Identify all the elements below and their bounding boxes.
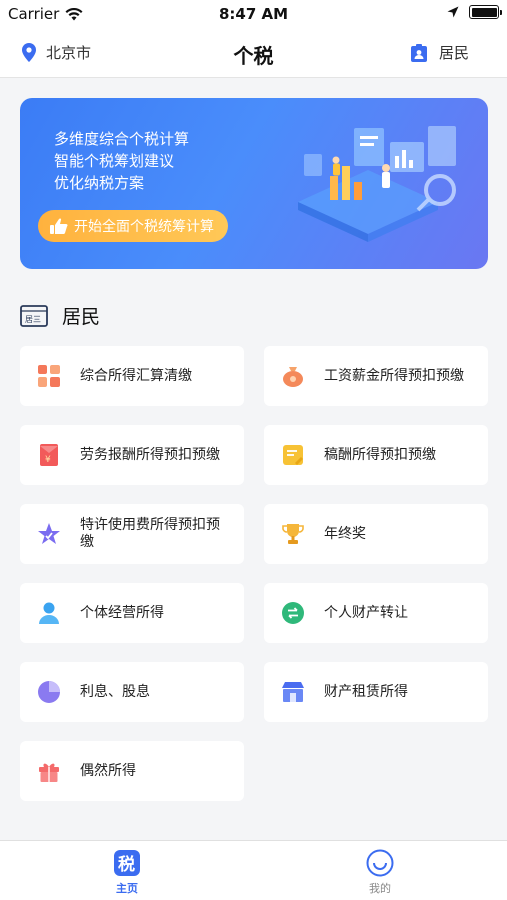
section-title: 居民 <box>62 306 101 328</box>
item-label: 个体经营所得 <box>80 604 164 621</box>
id-card-icon: 居三 <box>20 304 48 327</box>
item-label: 利息、股息 <box>80 683 150 700</box>
shop-icon <box>282 682 304 702</box>
item-label: 偶然所得 <box>80 762 136 779</box>
trophy-icon <box>282 524 304 544</box>
item-label: 劳务报酬所得预扣预缴 <box>80 446 220 463</box>
status-time: 8:47 AM <box>218 5 289 23</box>
item-label: 年终奖 <box>324 525 366 542</box>
item-property-transfer[interactable]: 个人财产转让 <box>264 583 488 643</box>
item-label: 工资薪金所得预扣预缴 <box>324 367 464 384</box>
item-author-remuneration[interactable]: 稿酬所得预扣预缴 <box>264 425 488 485</box>
person-icon <box>39 602 59 624</box>
banner-line: 智能个税筹划建议 <box>54 152 175 170</box>
battery-icon <box>469 5 502 19</box>
note-icon <box>283 445 303 465</box>
status-bar: Carrier 8:47 AM <box>0 0 507 28</box>
item-label: 特许使用费所得预扣预缴 <box>80 517 220 550</box>
location-arrow-icon <box>447 6 459 18</box>
data-analysis-illustration <box>298 126 456 242</box>
identity-selector[interactable]: 居民 <box>410 42 469 63</box>
item-label: 稿酬所得预扣预缴 <box>324 446 436 463</box>
grid-blocks-icon <box>38 365 60 387</box>
star-icon <box>38 523 60 544</box>
item-annual-bonus[interactable]: 年终奖 <box>264 504 488 564</box>
item-incidental-income[interactable]: 偶然所得 <box>20 741 244 801</box>
id-badge-icon <box>410 43 427 62</box>
nav-bar: 北京市 个税 居民 <box>0 28 507 78</box>
tax-home-icon: 税 <box>114 850 140 876</box>
pie-icon <box>38 681 60 703</box>
svg-text:¥: ¥ <box>45 455 51 465</box>
banner-line: 优化纳税方案 <box>54 174 145 192</box>
status-right <box>447 5 502 19</box>
tab-mine-label: 我的 <box>369 882 391 895</box>
tab-mine[interactable]: 我的 <box>340 849 420 896</box>
item-interest-dividend[interactable]: 利息、股息 <box>20 662 244 722</box>
red-envelope-icon: ¥ <box>40 444 58 466</box>
banner-text: 多维度综合个税计算 智能个税筹划建议 优化纳税方案 <box>54 128 189 194</box>
tab-home-label: 主页 <box>116 882 138 895</box>
banner-line: 多维度综合个税计算 <box>54 130 190 148</box>
item-royalty-income[interactable]: 特许使用费所得预扣预缴 <box>20 504 244 564</box>
tax-home-icon-text: 税 <box>118 854 135 875</box>
transfer-icon <box>282 602 304 624</box>
start-calculation-label: 开始全面个税统筹计算 <box>74 219 214 235</box>
start-calculation-button[interactable]: 开始全面个税统筹计算 <box>38 210 228 242</box>
tab-home[interactable]: 税 主页 <box>87 849 167 896</box>
item-business-income[interactable]: 个体经营所得 <box>20 583 244 643</box>
gift-icon <box>39 763 59 782</box>
item-label: 综合所得汇算清缴 <box>80 367 192 384</box>
promo-banner[interactable]: 多维度综合个税计算 智能个税筹划建议 优化纳税方案 开始全面个税统筹计算 <box>20 98 488 269</box>
identity-label: 居民 <box>438 44 469 62</box>
id-card-icon-text: 居三 <box>25 315 41 324</box>
item-property-lease[interactable]: 财产租赁所得 <box>264 662 488 722</box>
smiley-profile-icon <box>366 849 394 877</box>
section-header: 居三 居民 <box>20 302 100 329</box>
item-comprehensive-income[interactable]: 综合所得汇算清缴 <box>20 346 244 406</box>
item-labor-remuneration[interactable]: ¥ 劳务报酬所得预扣预缴 <box>20 425 244 485</box>
item-salary-income[interactable]: 工资薪金所得预扣预缴 <box>264 346 488 406</box>
item-label: 个人财产转让 <box>324 604 408 621</box>
tab-bar: 税 主页 我的 <box>0 840 507 900</box>
money-bag-icon <box>283 367 303 387</box>
pointing-hand-icon <box>50 218 68 234</box>
item-label: 财产租赁所得 <box>324 683 408 700</box>
